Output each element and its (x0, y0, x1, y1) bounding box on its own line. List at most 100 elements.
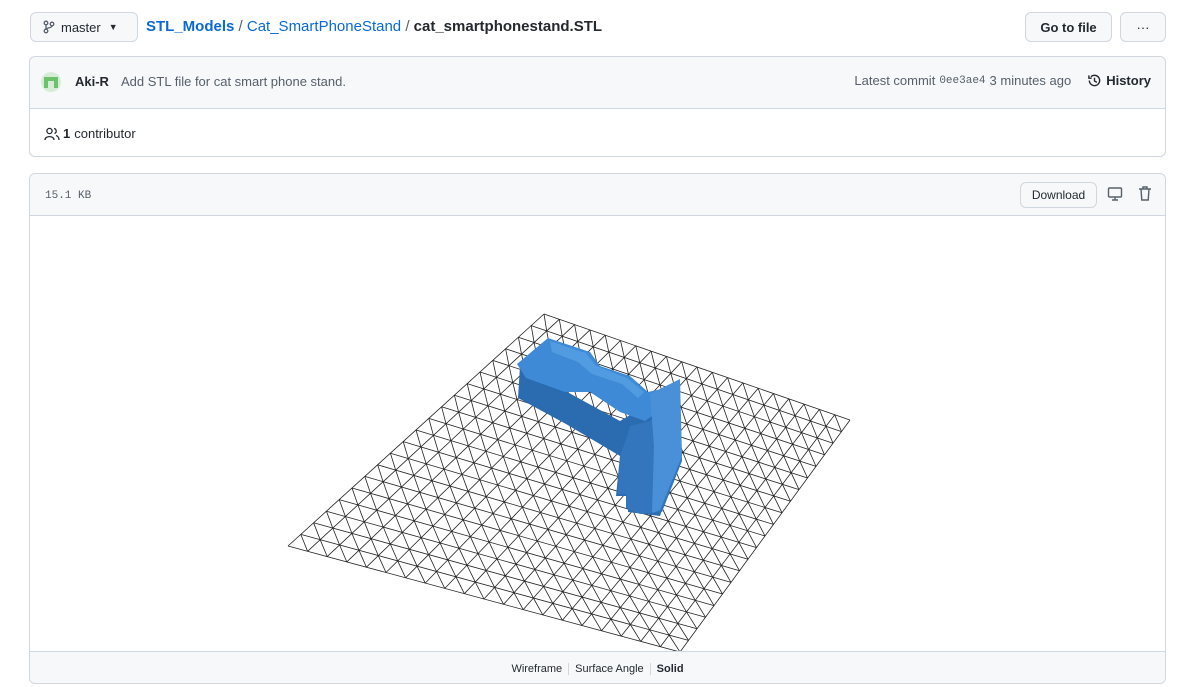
grid-line (496, 377, 501, 395)
grid-line (604, 335, 610, 353)
mode-wireframe[interactable]: Wireframe (505, 663, 570, 675)
grid-line (443, 468, 451, 487)
grid-line (474, 508, 483, 526)
grid-line (462, 519, 471, 537)
grid-line (370, 538, 379, 556)
grid-line (758, 461, 767, 480)
grid-line (470, 536, 479, 554)
grid-line (428, 554, 437, 572)
branch-icon (43, 20, 55, 34)
grid-line (744, 428, 752, 446)
breadcrumb-repo-link[interactable]: STL_Models (146, 18, 234, 35)
branch-selector[interactable]: master ▼ (30, 12, 138, 42)
commit-message[interactable]: Add STL file for cat smart phone stand. (121, 74, 346, 89)
grid-line (537, 466, 545, 485)
grid-line (754, 416, 762, 434)
grid-line (437, 497, 445, 515)
grid-line (776, 438, 785, 456)
grid-line (590, 482, 598, 501)
grid-line (492, 513, 501, 531)
model-back-plate (650, 379, 682, 513)
grid-line (494, 587, 504, 605)
grid-line (458, 411, 464, 430)
grid-line (420, 446, 427, 464)
people-icon (44, 127, 60, 141)
grid-line (773, 393, 780, 411)
grid-line (748, 473, 758, 491)
grid-line (757, 388, 765, 406)
breadcrumb-separator: / (405, 18, 410, 35)
grid-line (689, 469, 698, 487)
file-size: 15.1 KB (45, 190, 92, 202)
grid-line (455, 576, 465, 594)
desktop-icon[interactable] (1107, 186, 1123, 202)
viewer-mode-bar: Wireframe Surface Angle Solid (30, 651, 1165, 683)
grid-line (679, 480, 688, 499)
grid-line (450, 440, 457, 458)
grid-line (485, 451, 492, 469)
go-to-file-button[interactable]: Go to file (1025, 12, 1112, 42)
grid-line (436, 571, 446, 589)
grid-line (622, 521, 632, 540)
grid-line (477, 553, 487, 571)
branch-name: master (61, 19, 101, 35)
commit-time: 3 minutes ago (989, 73, 1072, 88)
grid-line (554, 426, 562, 445)
grid-line (492, 360, 497, 378)
grid-line (783, 455, 792, 473)
grid-line (488, 541, 498, 560)
more-options-button[interactable]: ··· (1120, 12, 1166, 42)
grid-line (712, 417, 720, 435)
grid-line (479, 371, 485, 389)
grid-line (382, 526, 391, 545)
commit-sha[interactable]: 0ee3ae4 (939, 75, 985, 87)
grid-line (589, 329, 594, 347)
mode-solid[interactable]: Solid (651, 663, 690, 675)
grid-line (515, 490, 523, 508)
grid-line (702, 429, 710, 447)
commit-author[interactable]: Aki-R (75, 74, 109, 89)
grid-line (810, 420, 818, 439)
grid-line (466, 565, 476, 583)
mode-surface-angle[interactable]: Surface Angle (569, 663, 651, 675)
grid-line (623, 357, 629, 375)
grid-line (470, 400, 476, 418)
grid-line (428, 418, 434, 436)
grid-line (533, 495, 541, 513)
grid-line (425, 509, 434, 527)
grid-line (701, 383, 708, 401)
trash-icon[interactable] (1138, 185, 1152, 202)
grid-line (454, 395, 459, 413)
grid-line (300, 534, 308, 552)
grid-line (550, 500, 559, 518)
avatar[interactable] (41, 72, 61, 92)
download-button[interactable]: Download (1020, 182, 1097, 208)
grid-line (497, 439, 504, 457)
grid-line (572, 477, 581, 495)
contributors-row[interactable]: 1 contributor (44, 126, 136, 141)
grid-line (538, 421, 545, 439)
grid-line (526, 552, 536, 570)
grid-line (526, 478, 534, 496)
grid-line (760, 433, 768, 451)
grid-line (416, 566, 426, 584)
grid-line (444, 514, 452, 532)
grid-line (376, 510, 384, 528)
wireframe-grid (287, 313, 851, 651)
grid-line (734, 439, 743, 457)
grid-line (576, 522, 585, 541)
grid-line (487, 405, 494, 423)
grid-line (497, 484, 505, 503)
grid-line (577, 449, 585, 467)
history-link[interactable]: History (1087, 73, 1151, 88)
stl-viewport[interactable] (30, 216, 1165, 651)
breadcrumb-folder-link[interactable]: Cat_SmartPhoneStand (247, 18, 401, 35)
grid-line (474, 581, 485, 600)
grid-line (686, 497, 696, 515)
grid-line (808, 449, 817, 467)
grid-line (390, 453, 397, 471)
grid-line (332, 527, 340, 546)
grid-line (461, 474, 469, 492)
grid-line (704, 503, 713, 521)
grid-line (526, 433, 533, 451)
